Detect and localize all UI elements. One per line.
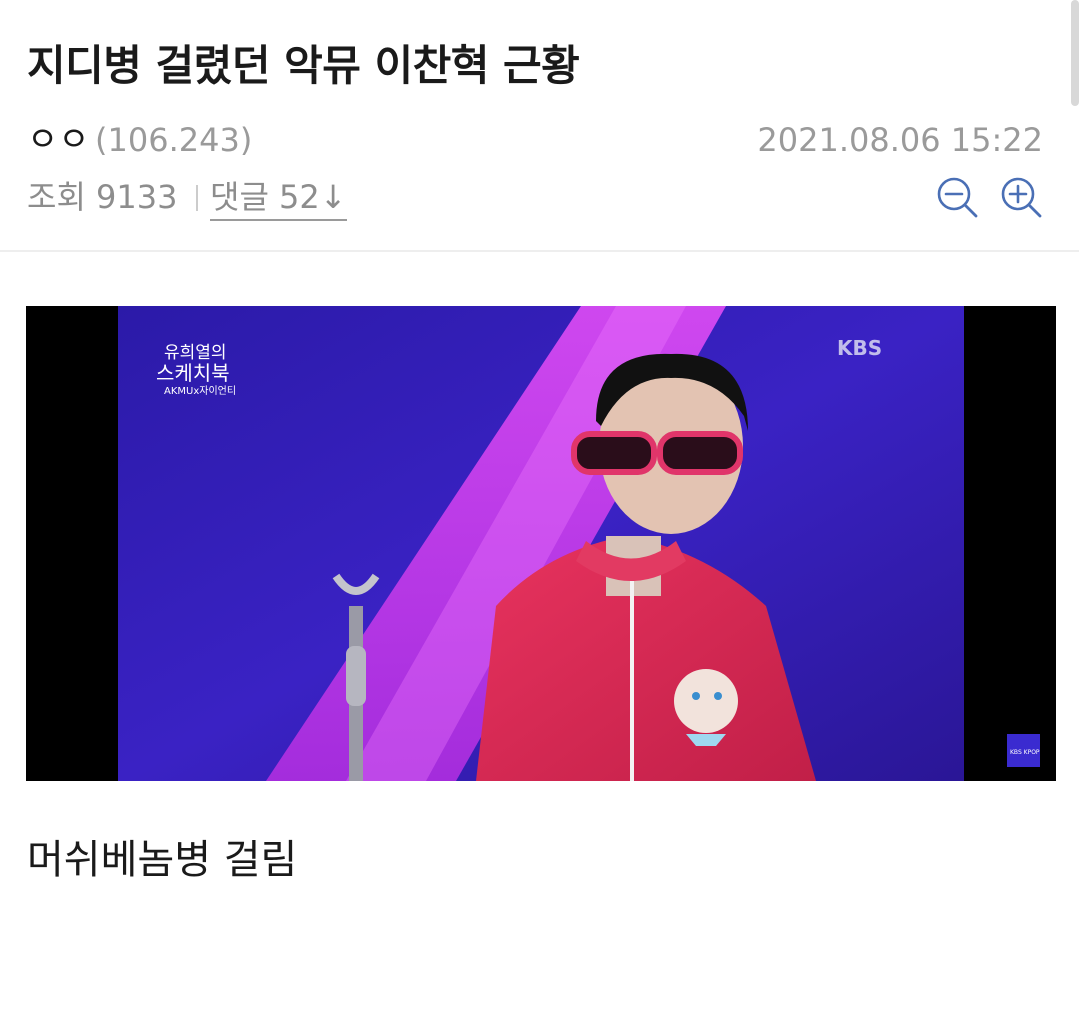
post-image[interactable]: 유희열의 스케치북 AKMUx자이언티 KBS KBS KPOP — [26, 306, 1056, 781]
scrollbar[interactable] — [1071, 0, 1079, 106]
meta-row: 조회 9133 댓글 52↓ — [27, 175, 1043, 223]
author-ip: (106.243) — [95, 121, 253, 159]
zoom-in-icon — [1001, 177, 1042, 218]
post-title: 지디병 걸렸던 악뮤 이찬혁 근황 — [27, 41, 580, 90]
author-name[interactable]: ㅇㅇ — [27, 118, 90, 162]
view-count: 조회 9133 — [27, 178, 178, 216]
corner-badge-text: KBS KPOP — [1010, 749, 1040, 756]
show-logo-line2: 스케치북 — [156, 361, 230, 385]
stage-photo: 유희열의 스케치북 AKMUx자이언티 KBS KBS KPOP — [26, 306, 1056, 781]
show-logo-line3: AKMUx자이언티 — [164, 385, 236, 397]
comment-count-link[interactable]: 댓글 52↓ — [210, 175, 347, 221]
broadcaster-logo: KBS — [837, 336, 882, 360]
zoom-in-button[interactable] — [999, 175, 1043, 219]
post-date: 2021.08.06 15:22 — [757, 121, 1043, 159]
author-row: ㅇㅇ (106.243) 2021.08.06 15:22 — [27, 118, 1043, 162]
zoom-out-button[interactable] — [935, 175, 979, 219]
show-logo-line1: 유희열의 — [164, 343, 227, 363]
zoom-out-icon — [937, 177, 978, 218]
meta-divider — [196, 185, 198, 211]
post-body-text: 머쉬베놈병 걸림 — [27, 837, 298, 883]
post-header: 지디병 걸렸던 악뮤 이찬혁 근황 ㅇㅇ (106.243) 2021.08.0… — [0, 0, 1079, 252]
